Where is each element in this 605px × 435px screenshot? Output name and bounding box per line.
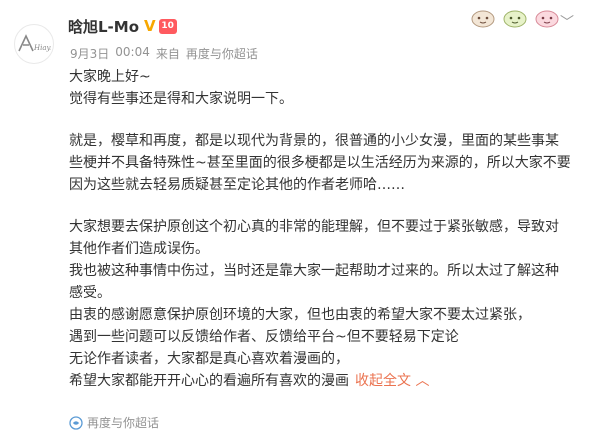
collapse-text-button[interactable]: 收起全文 ︿ <box>355 373 429 389</box>
topic-label: 再度与你超话 <box>87 416 160 430</box>
source-link[interactable]: 再度与你超话 <box>186 45 258 62</box>
sticker-face-icon-1 <box>471 10 495 28</box>
card-stickers <box>470 8 560 28</box>
post-content: 大家晚上好~ 觉得有些事还是得和大家说明一下。 就是，樱草和再度，都是以现代为背… <box>69 66 589 392</box>
weibo-post-card: Hiays 晗旭L-Mo V 10 9月3日 00:04 来自 再度与你超话 ﹀ <box>0 0 605 435</box>
chevron-up-icon: ︿ <box>415 373 430 389</box>
content-line: 因为这些就去轻易质疑甚至定论其他的作者老师哈…… <box>69 177 405 193</box>
content-line: 感受。 <box>69 285 111 301</box>
avatar[interactable]: Hiays <box>14 24 54 64</box>
sticker-face-icon-3 <box>535 10 559 28</box>
vip-badge: V <box>144 16 156 35</box>
topic-link[interactable]: 再度与你超话 <box>69 414 159 431</box>
content-line: 大家晚上好~ <box>69 69 151 85</box>
source-prefix: 来自 <box>155 47 180 61</box>
content-line: 大家想要去保护原创这个初心真的非常的能理解，但不要过于紧张敏感，导致对 <box>69 219 559 235</box>
content-line: 遇到一些问题可以反馈给作者、反馈给平台~但不要轻易下定论 <box>69 329 459 345</box>
svg-text:Hiays: Hiays <box>33 44 51 52</box>
author-row: 晗旭L-Mo V 10 <box>68 14 177 38</box>
post-meta: 9月3日 00:04 来自 再度与你超话 <box>70 45 258 62</box>
content-line: 由衷的感谢愿意保护原创环境的大家，但也由衷的希望大家不要太过紧张， <box>69 307 531 323</box>
avatar-logo-icon: Hiays <box>18 34 51 52</box>
sticker-face-icon-2 <box>503 10 527 28</box>
content-line-last: 希望大家都能开开心心的看遍所有喜欢的漫画 收起全文 ︿ <box>69 370 589 392</box>
content-line: 些梗并不具备特殊性~甚至里面的很多梗都是以生活经历为来源的，所以大家不要 <box>69 155 571 171</box>
content-line: 其他作者们造成误伤。 <box>69 241 209 257</box>
content-line: 觉得有些事还是得和大家说明一下。 <box>69 91 293 107</box>
topic-icon <box>69 415 83 430</box>
username[interactable]: 晗旭L-Mo <box>68 16 139 37</box>
level-badge: 10 <box>158 18 177 34</box>
post-date[interactable]: 9月3日 <box>70 45 109 62</box>
content-line-text: 希望大家都能开开心心的看遍所有喜欢的漫画 <box>69 373 349 389</box>
content-line: 就是，樱草和再度，都是以现代为背景的，很普通的小少女漫，里面的某些事某 <box>69 133 559 149</box>
content-line: 无论作者读者，大家都是真心喜欢着漫画的， <box>69 351 349 367</box>
post-time: 00:04 <box>115 45 150 59</box>
post-menu-chevron-icon[interactable]: ﹀ <box>560 12 574 32</box>
collapse-label: 收起全文 <box>355 373 411 389</box>
content-line: 我也被这种事情中伤过，当时还是靠大家一起帮助才过来的。所以太过了解这种 <box>69 263 559 279</box>
